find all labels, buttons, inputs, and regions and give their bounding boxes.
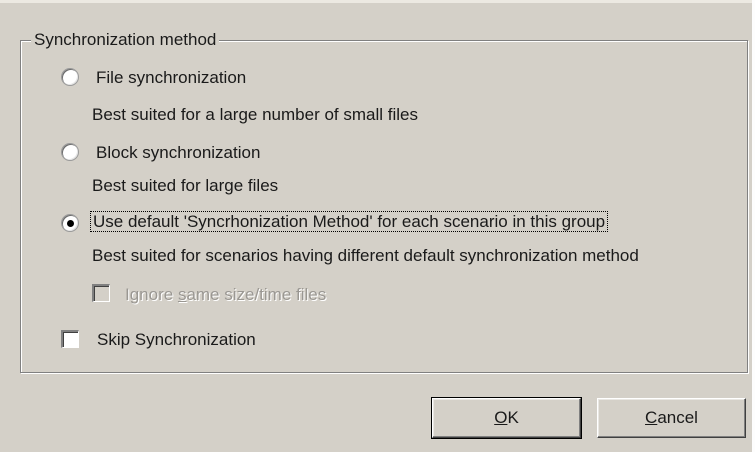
ignore-same-label-pre: Ignore bbox=[125, 285, 178, 304]
file-sync-radio[interactable] bbox=[61, 68, 79, 86]
default-sync-label: Use default 'Syncrhonization Method' for… bbox=[89, 211, 609, 232]
block-sync-label[interactable]: Block synchronization bbox=[96, 142, 260, 164]
cancel-button[interactable]: Cancel bbox=[597, 398, 746, 438]
skip-sync-label[interactable]: Skip Synchronization bbox=[97, 329, 256, 351]
cancel-button-accel: C bbox=[645, 408, 658, 427]
file-sync-label[interactable]: File synchronization bbox=[96, 67, 246, 89]
top-edge bbox=[0, 0, 755, 3]
ok-button-rest: K bbox=[507, 408, 519, 427]
default-sync-description: Best suited for scenarios having differe… bbox=[92, 246, 639, 265]
radio-selected-dot bbox=[67, 220, 74, 227]
ok-button-accel: O bbox=[494, 408, 508, 427]
ignore-same-label: Ignore same size/time files bbox=[125, 284, 326, 306]
default-sync-label-wrap[interactable]: Use default 'Syncrhonization Method' for… bbox=[89, 211, 609, 233]
skip-sync-checkbox[interactable] bbox=[61, 330, 79, 348]
synchronization-dialog: Synchronization method File synchronizat… bbox=[0, 0, 755, 452]
synchronization-method-group bbox=[20, 40, 748, 373]
file-sync-description: Best suited for a large number of small … bbox=[92, 105, 418, 124]
ok-button[interactable]: OK bbox=[431, 397, 582, 439]
block-sync-radio[interactable] bbox=[61, 143, 79, 161]
default-sync-radio[interactable] bbox=[61, 214, 79, 232]
ignore-same-checkbox[interactable] bbox=[92, 284, 110, 302]
ignore-same-label-post: ame size/time files bbox=[186, 285, 327, 304]
group-title: Synchronization method bbox=[31, 29, 220, 51]
block-sync-description: Best suited for large files bbox=[92, 176, 279, 195]
cancel-button-rest: ancel bbox=[657, 408, 698, 427]
